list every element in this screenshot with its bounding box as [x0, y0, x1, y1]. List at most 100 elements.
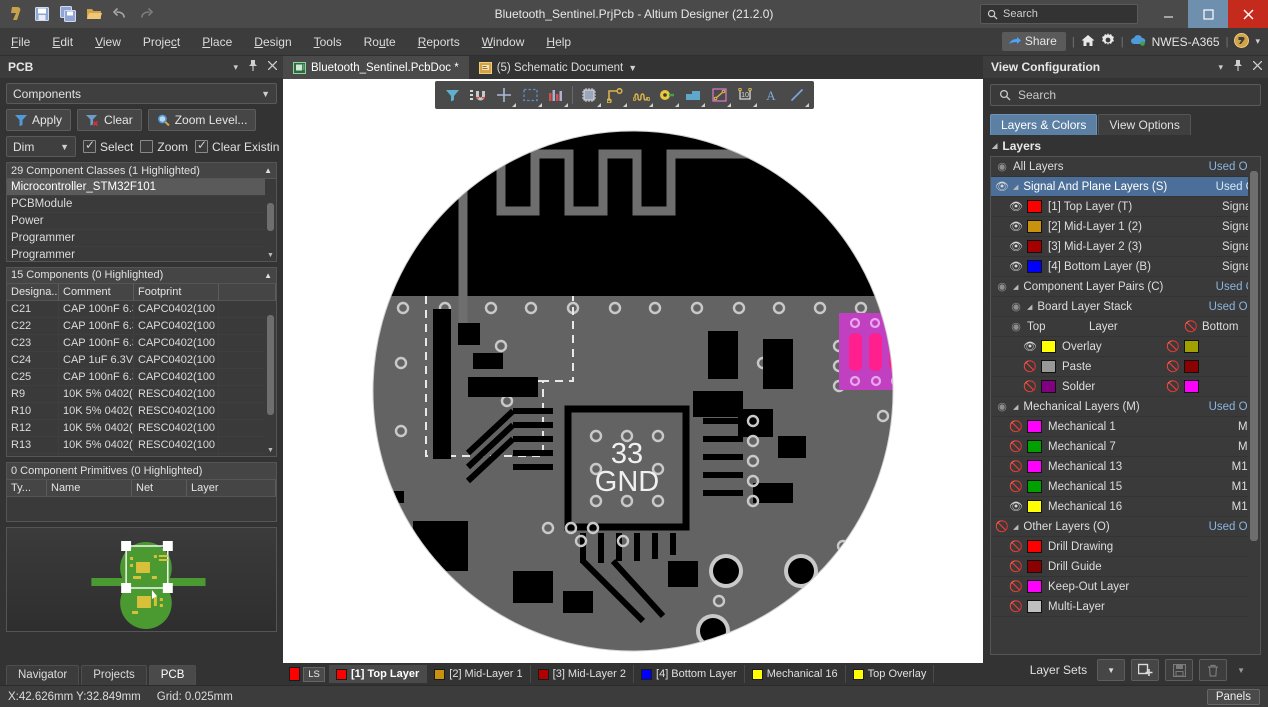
interactive-length-tuning-icon[interactable]	[628, 82, 654, 108]
pcb-panel-pin-icon[interactable]	[248, 60, 258, 74]
layer-row-mechanical-13[interactable]: 🚫 Mechanical 13 M13	[991, 457, 1260, 477]
pcb-panel-close-icon[interactable]	[267, 60, 278, 73]
layer-color-swatch[interactable]	[1027, 220, 1042, 233]
eye-icon[interactable]: ◉	[1005, 300, 1027, 313]
tab-layers-and-colors[interactable]: Layers & Colors	[990, 114, 1098, 135]
table-row[interactable]: C23 CAP 100nF 6.3 CAPC0402(100	[7, 334, 276, 352]
layer-tab-mechanical-16[interactable]: Mechanical 16	[745, 665, 846, 683]
tab-pcb-document[interactable]: Bluetooth_Sentinel.PcbDoc *	[283, 56, 469, 79]
zoom-checkbox[interactable]: Zoom	[140, 140, 188, 154]
save-all-icon[interactable]	[56, 2, 80, 26]
redo-icon[interactable]	[134, 2, 158, 26]
eye-icon[interactable]: 👁	[1005, 260, 1027, 273]
layer-row-mid-layer-2[interactable]: 👁 [3] Mid-Layer 2 (3) Signal	[991, 237, 1260, 257]
classes-scrollbar[interactable]: ▼	[265, 179, 276, 261]
eye-icon[interactable]: ◉	[991, 400, 1013, 413]
list-item[interactable]: Power	[7, 213, 276, 231]
chevron-collapse-icon[interactable]: ◢	[1013, 283, 1018, 291]
layer-row-drill-guide[interactable]: 🚫 Drill Guide	[991, 557, 1260, 577]
stack-row-paste[interactable]: 🚫 Paste 🚫	[991, 357, 1260, 377]
menu-design[interactable]: Design	[243, 28, 302, 56]
layers-scrollbar[interactable]	[1248, 157, 1260, 654]
view-config-menu-caret-icon[interactable]: ▾	[1218, 62, 1223, 73]
table-row[interactable]: C21 CAP 100nF 6.3 CAPC0402(100	[7, 300, 276, 318]
layer-row-mechanical-16[interactable]: 👁 Mechanical 16 M16	[991, 497, 1260, 517]
eye-off-icon[interactable]: 🚫	[1005, 420, 1027, 433]
menu-tools[interactable]: Tools	[303, 28, 353, 56]
maximize-button[interactable]	[1188, 0, 1228, 28]
bottom-overlay-color-swatch[interactable]	[1184, 340, 1199, 353]
layer-row-top-layer[interactable]: 👁 [1] Top Layer (T) Signal	[991, 197, 1260, 217]
apply-button[interactable]: Apply	[6, 109, 72, 131]
col-net[interactable]: Net	[132, 480, 187, 496]
eye-off-icon[interactable]: 🚫	[1162, 380, 1184, 393]
account-area[interactable]: NWES-A365	[1130, 34, 1220, 49]
tab-navigator[interactable]: Navigator	[6, 665, 80, 685]
stack-row-solder[interactable]: 🚫 Solder 🚫	[991, 377, 1260, 397]
view-config-close-icon[interactable]	[1252, 60, 1263, 73]
layer-row-component-layer-pairs[interactable]: ◉ ◢ Component Layer Pairs (C) Used C	[991, 277, 1260, 297]
layer-color-swatch[interactable]	[1027, 600, 1042, 613]
table-row[interactable]: R1410K 5% 0402(1RESC0402(100	[7, 453, 276, 456]
layer-row-mechanical-1[interactable]: 🚫 Mechanical 1 M1	[991, 417, 1260, 437]
components-scrollbar[interactable]: ▼	[265, 300, 276, 456]
place-via-icon[interactable]	[654, 82, 680, 108]
layer-color-swatch[interactable]	[1027, 500, 1042, 513]
share-button[interactable]: Share	[1001, 32, 1066, 51]
magnet-snap-icon[interactable]	[465, 82, 491, 108]
top-paste-color-swatch[interactable]	[1041, 360, 1056, 373]
eye-off-icon[interactable]: 🚫	[1005, 540, 1027, 553]
layer-color-swatch[interactable]	[1027, 460, 1042, 473]
col-comment[interactable]: Comment	[59, 283, 134, 300]
menu-help[interactable]: Help	[535, 28, 582, 56]
eye-icon[interactable]: 👁	[1005, 500, 1027, 513]
layer-row-mid-layer-1[interactable]: 👁 [2] Mid-Layer 1 (2) Signal	[991, 217, 1260, 237]
eye-icon[interactable]: 👁	[1005, 200, 1027, 213]
zoom-level-button[interactable]: Zoom Level...	[147, 109, 257, 131]
scroll-down-arrow-icon[interactable]: ▼	[265, 445, 276, 456]
layer-sets-dropdown[interactable]: ▼	[1097, 659, 1126, 681]
layer-color-swatch[interactable]	[1027, 440, 1042, 453]
layer-row-keep-out-layer[interactable]: 🚫 Keep-Out Layer	[991, 577, 1260, 597]
stack-row-overlay[interactable]: 👁 Overlay 🚫	[991, 337, 1260, 357]
layer-tab-top-layer[interactable]: [1] Top Layer	[329, 665, 428, 683]
top-solder-color-swatch[interactable]	[1041, 380, 1056, 393]
eye-off-icon[interactable]: 🚫	[1005, 480, 1027, 493]
layer-tab-mid-layer-2[interactable]: [3] Mid-Layer 2	[531, 665, 635, 683]
pcb-canvas[interactable]: 10 A 33 GND	[283, 79, 983, 663]
layer-tab-bottom-layer[interactable]: [4] Bottom Layer	[634, 665, 745, 683]
layer-search-input[interactable]: Search	[990, 84, 1261, 106]
save-icon[interactable]	[30, 2, 54, 26]
table-row[interactable]: C24 CAP 1uF 6.3V CAPC0402(100	[7, 351, 276, 369]
account-caret-icon[interactable]: ▾	[1255, 36, 1260, 47]
place-coordinate-icon[interactable]: 10	[732, 82, 758, 108]
scroll-up-arrow-icon[interactable]: ▲	[264, 271, 272, 280]
col-designator[interactable]: Designa...	[7, 283, 59, 300]
layer-color-swatch[interactable]	[1027, 560, 1042, 573]
eye-icon[interactable]: ◉	[991, 280, 1013, 293]
tab-schematic-document[interactable]: (5) Schematic Document ▼	[469, 56, 647, 79]
layer-row-multi-layer[interactable]: 🚫 Multi-Layer	[991, 597, 1260, 617]
tab-pcb[interactable]: PCB	[148, 665, 197, 685]
layer-row-mechanical-7[interactable]: 🚫 Mechanical 7 M7	[991, 437, 1260, 457]
table-row[interactable]: C25 CAP 100nF 6.3 CAPC0402(100	[7, 368, 276, 386]
list-item[interactable]: Programmer	[7, 247, 276, 261]
layer-row-mechanical-15[interactable]: 🚫 Mechanical 15 M15	[991, 477, 1260, 497]
layer-row-signal-and-plane-layers[interactable]: 👁 ◢ Signal And Plane Layers (S) Used C	[991, 177, 1260, 197]
eye-off-icon[interactable]: 🚫	[991, 520, 1013, 533]
layer-tab-top-overlay[interactable]: Top Overlay	[846, 665, 935, 683]
layer-row-all-layers[interactable]: ◉ All Layers Used On	[991, 157, 1260, 177]
menu-view[interactable]: View	[84, 28, 132, 56]
layer-sets-button[interactable]: LS	[303, 666, 325, 682]
layer-row-drill-drawing[interactable]: 🚫 Drill Drawing	[991, 537, 1260, 557]
bottom-paste-color-swatch[interactable]	[1184, 360, 1199, 373]
table-row[interactable]: R12 10K 5% 0402(1 RESC0402(100	[7, 419, 276, 437]
tab-view-options[interactable]: View Options	[1098, 114, 1191, 135]
add-layer-set-button[interactable]	[1131, 659, 1160, 681]
bottom-solder-color-swatch[interactable]	[1184, 380, 1199, 393]
layer-color-swatch[interactable]	[1027, 200, 1042, 213]
col-layer[interactable]: Layer	[187, 480, 276, 496]
place-dimension-icon[interactable]	[706, 82, 732, 108]
route-track-icon[interactable]	[602, 82, 628, 108]
gear-icon[interactable]	[1101, 33, 1115, 50]
